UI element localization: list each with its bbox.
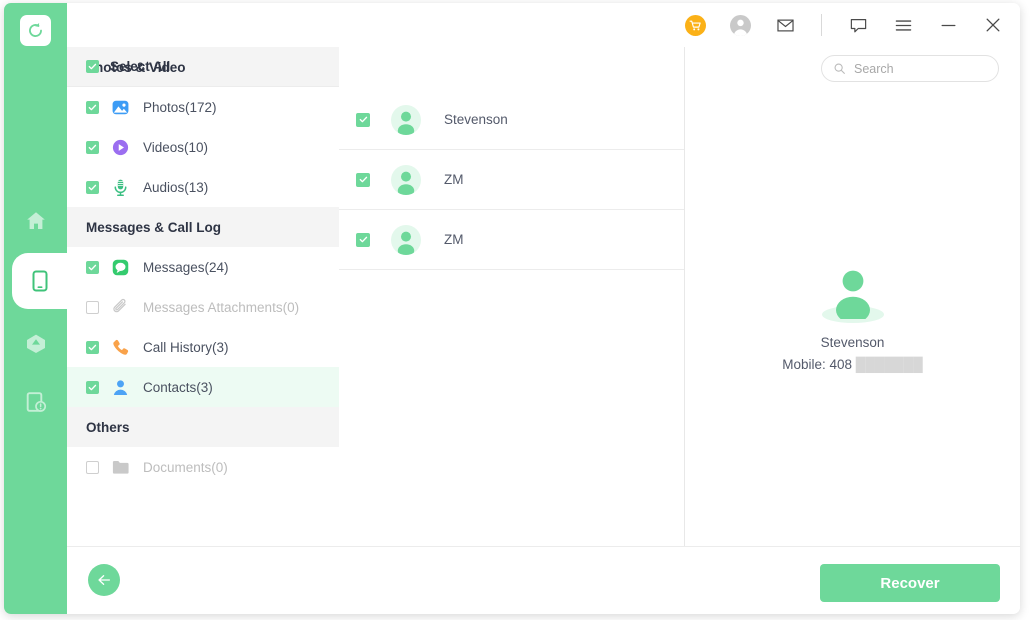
documents-icon bbox=[110, 457, 130, 477]
messages-attachments-checkbox[interactable] bbox=[86, 301, 99, 314]
footer-bar: Recover bbox=[67, 546, 1020, 614]
contact-list-panel: Stevenson ZM bbox=[339, 47, 685, 546]
search-input[interactable]: Search bbox=[821, 55, 999, 82]
contact-checkbox[interactable] bbox=[356, 113, 370, 127]
documents-checkbox[interactable] bbox=[86, 461, 99, 474]
feedback-icon bbox=[849, 16, 868, 35]
select-all-row[interactable]: Select All bbox=[67, 47, 339, 87]
category-row-contacts[interactable]: Contacts(3) bbox=[67, 367, 339, 407]
contact-list-item[interactable]: ZM bbox=[339, 210, 684, 270]
sidebar-item-cloud-recovery[interactable] bbox=[4, 314, 67, 370]
cloud-icon bbox=[24, 330, 48, 354]
category-row-messages-attachments[interactable]: Messages Attachments(0) bbox=[67, 287, 339, 327]
photos-icon bbox=[110, 97, 130, 117]
close-icon bbox=[983, 15, 1003, 35]
contact-list: Stevenson ZM bbox=[339, 90, 684, 270]
cart-button[interactable] bbox=[682, 12, 708, 38]
category-label-documents: Documents(0) bbox=[143, 460, 228, 475]
mail-icon bbox=[776, 16, 795, 35]
call-history-icon bbox=[110, 337, 130, 357]
category-row-videos[interactable]: Videos(10) bbox=[67, 127, 339, 167]
contact-detail-phone-redacted: ███████ bbox=[852, 357, 923, 372]
category-row-photos[interactable]: Photos(172) bbox=[67, 87, 339, 127]
category-label-videos: Videos(10) bbox=[143, 140, 208, 155]
contact-checkbox[interactable] bbox=[356, 233, 370, 247]
messages-checkbox[interactable] bbox=[86, 261, 99, 274]
contact-name: ZM bbox=[444, 172, 464, 187]
home-icon bbox=[24, 209, 48, 233]
avatar bbox=[391, 165, 421, 195]
minimize-button[interactable] bbox=[935, 12, 961, 38]
contact-list-item[interactable]: ZM bbox=[339, 150, 684, 210]
window-header bbox=[67, 3, 1020, 48]
audios-icon bbox=[110, 177, 130, 197]
back-button[interactable] bbox=[88, 564, 120, 596]
contact-name: ZM bbox=[444, 232, 464, 247]
menu-icon bbox=[894, 16, 913, 35]
sidebar-item-system-repair[interactable] bbox=[4, 374, 67, 430]
broken-device-icon bbox=[25, 390, 47, 414]
close-button[interactable] bbox=[980, 12, 1006, 38]
sidebar-item-device-recovery[interactable] bbox=[12, 253, 67, 309]
left-nav-rail bbox=[4, 3, 67, 614]
category-label-messages-attachments: Messages Attachments(0) bbox=[143, 300, 299, 315]
audios-checkbox[interactable] bbox=[86, 181, 99, 194]
header-icon-group bbox=[682, 3, 1006, 47]
videos-icon bbox=[110, 137, 130, 157]
videos-checkbox[interactable] bbox=[86, 141, 99, 154]
category-panel: Select All Photos & Video Photos(172) bbox=[67, 47, 340, 546]
category-row-messages[interactable]: Messages(24) bbox=[67, 247, 339, 287]
contact-detail-panel: Stevenson Mobile: 408 ███████ bbox=[685, 90, 1020, 546]
select-all-label: Select All bbox=[110, 59, 170, 74]
group-header-messages-call-log: Messages & Call Log bbox=[67, 207, 339, 247]
contacts-icon bbox=[110, 377, 130, 397]
mail-button[interactable] bbox=[772, 12, 798, 38]
contact-detail-card: Stevenson Mobile: 408 ███████ bbox=[685, 90, 1020, 372]
contact-name: Stevenson bbox=[444, 112, 508, 127]
category-label-audios: Audios(13) bbox=[143, 180, 208, 195]
call-history-checkbox[interactable] bbox=[86, 341, 99, 354]
contact-checkbox[interactable] bbox=[356, 173, 370, 187]
category-row-call-history[interactable]: Call History(3) bbox=[67, 327, 339, 367]
contacts-checkbox[interactable] bbox=[86, 381, 99, 394]
account-button[interactable] bbox=[727, 12, 753, 38]
contact-detail-phone: Mobile: 408 ███████ bbox=[685, 357, 1020, 372]
avatar bbox=[391, 105, 421, 135]
category-label-messages: Messages(24) bbox=[143, 260, 229, 275]
category-label-contacts: Contacts(3) bbox=[143, 380, 213, 395]
phone-device-icon bbox=[29, 269, 51, 293]
person-avatar-icon bbox=[822, 306, 884, 323]
contact-detail-phone-prefix: Mobile: 408 bbox=[782, 357, 852, 372]
attachment-icon bbox=[110, 297, 130, 317]
app-logo bbox=[20, 15, 51, 46]
contact-detail-name: Stevenson bbox=[685, 335, 1020, 350]
account-icon bbox=[730, 15, 751, 36]
arrow-left-icon bbox=[96, 572, 112, 588]
select-all-checkbox[interactable] bbox=[86, 60, 99, 73]
recovery-circular-arrow-icon bbox=[26, 21, 45, 40]
header-divider bbox=[821, 14, 822, 36]
search-placeholder: Search bbox=[854, 62, 894, 76]
contact-list-item[interactable]: Stevenson bbox=[339, 90, 684, 150]
group-header-others: Others bbox=[67, 407, 339, 447]
feedback-button[interactable] bbox=[845, 12, 871, 38]
category-row-audios[interactable]: Audios(13) bbox=[67, 167, 339, 207]
minimize-icon bbox=[939, 16, 958, 35]
cart-icon bbox=[685, 15, 706, 36]
search-icon bbox=[833, 62, 846, 75]
messages-icon bbox=[110, 257, 130, 277]
photos-checkbox[interactable] bbox=[86, 101, 99, 114]
menu-button[interactable] bbox=[890, 12, 916, 38]
application-window: Select All Photos & Video Photos(172) bbox=[4, 3, 1020, 614]
avatar bbox=[391, 225, 421, 255]
app-root: Select All Photos & Video Photos(172) bbox=[0, 0, 1030, 620]
category-label-photos: Photos(172) bbox=[143, 100, 217, 115]
category-label-call-history: Call History(3) bbox=[143, 340, 229, 355]
recover-button[interactable]: Recover bbox=[820, 564, 1000, 602]
sidebar-item-home[interactable] bbox=[4, 193, 67, 249]
category-row-documents[interactable]: Documents(0) bbox=[67, 447, 339, 487]
